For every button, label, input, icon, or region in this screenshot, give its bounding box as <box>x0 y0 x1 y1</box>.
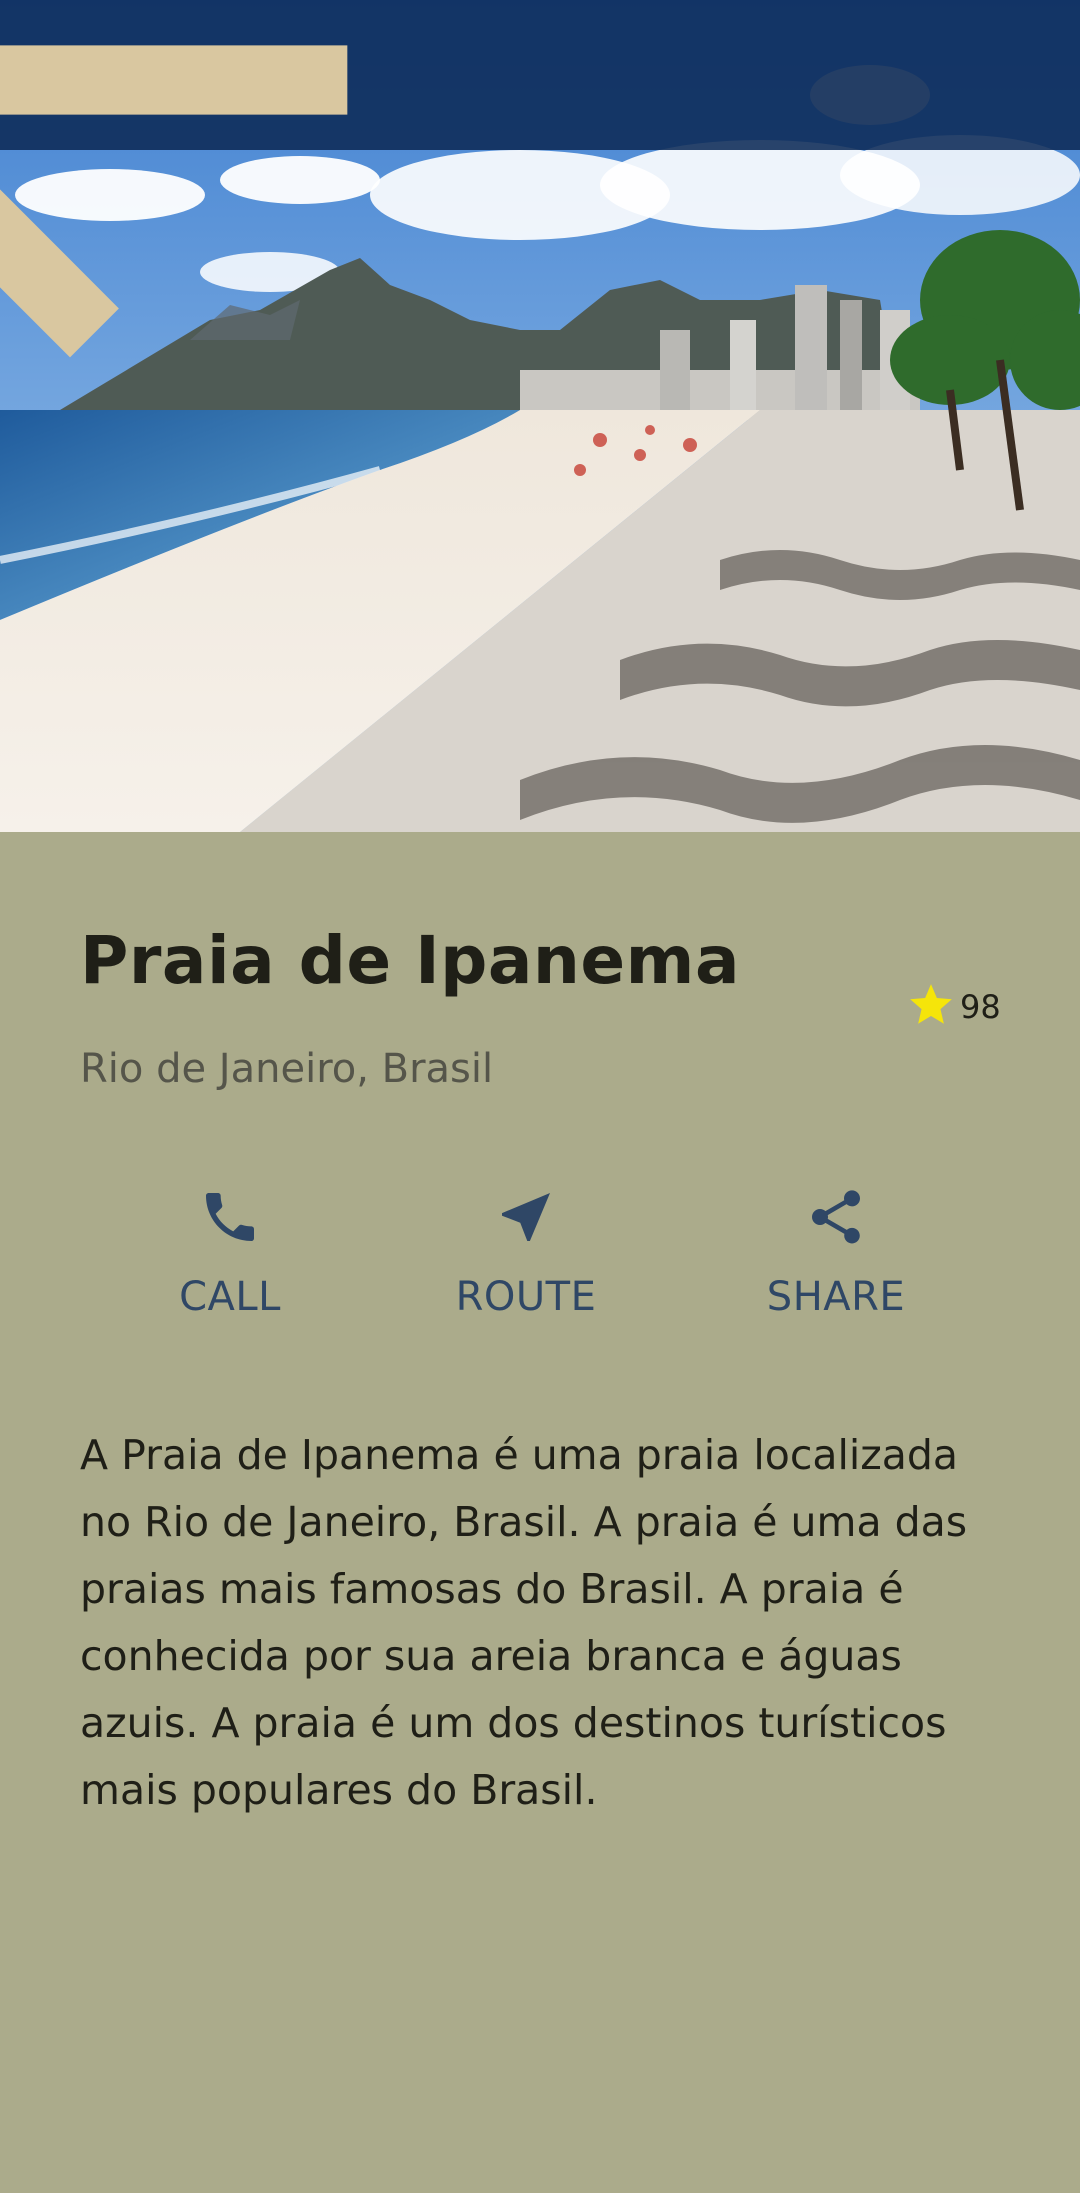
phone-icon <box>195 1182 265 1252</box>
route-label: ROUTE <box>455 1274 597 1320</box>
action-row: CALL ROUTE SHARE <box>0 1182 1080 1342</box>
rating-count: 98 <box>960 988 1001 1026</box>
call-label: CALL <box>179 1274 281 1320</box>
star-icon <box>906 980 956 1034</box>
navigation-arrow-icon <box>491 1182 561 1252</box>
rating: 98 <box>906 980 1001 1034</box>
call-button[interactable]: CALL <box>130 1182 330 1342</box>
share-label: SHARE <box>766 1274 906 1320</box>
back-button[interactable] <box>0 0 348 358</box>
place-title: Praia de Ipanema <box>80 922 740 999</box>
share-icon <box>801 1182 871 1252</box>
hero-image <box>0 0 1080 832</box>
place-location: Rio de Janeiro, Brasil <box>80 1046 494 1092</box>
share-button[interactable]: SHARE <box>736 1182 936 1342</box>
app-bar <box>0 0 1080 358</box>
arrow-back-icon <box>0 0 610 496</box>
route-button[interactable]: ROUTE <box>426 1182 626 1342</box>
detail-screen: Praia de Ipanema Rio de Janeiro, Brasil … <box>0 0 1080 2193</box>
place-details: Praia de Ipanema Rio de Janeiro, Brasil … <box>0 832 1080 2193</box>
place-description: A Praia de Ipanema é uma praia localizad… <box>80 1431 968 1814</box>
